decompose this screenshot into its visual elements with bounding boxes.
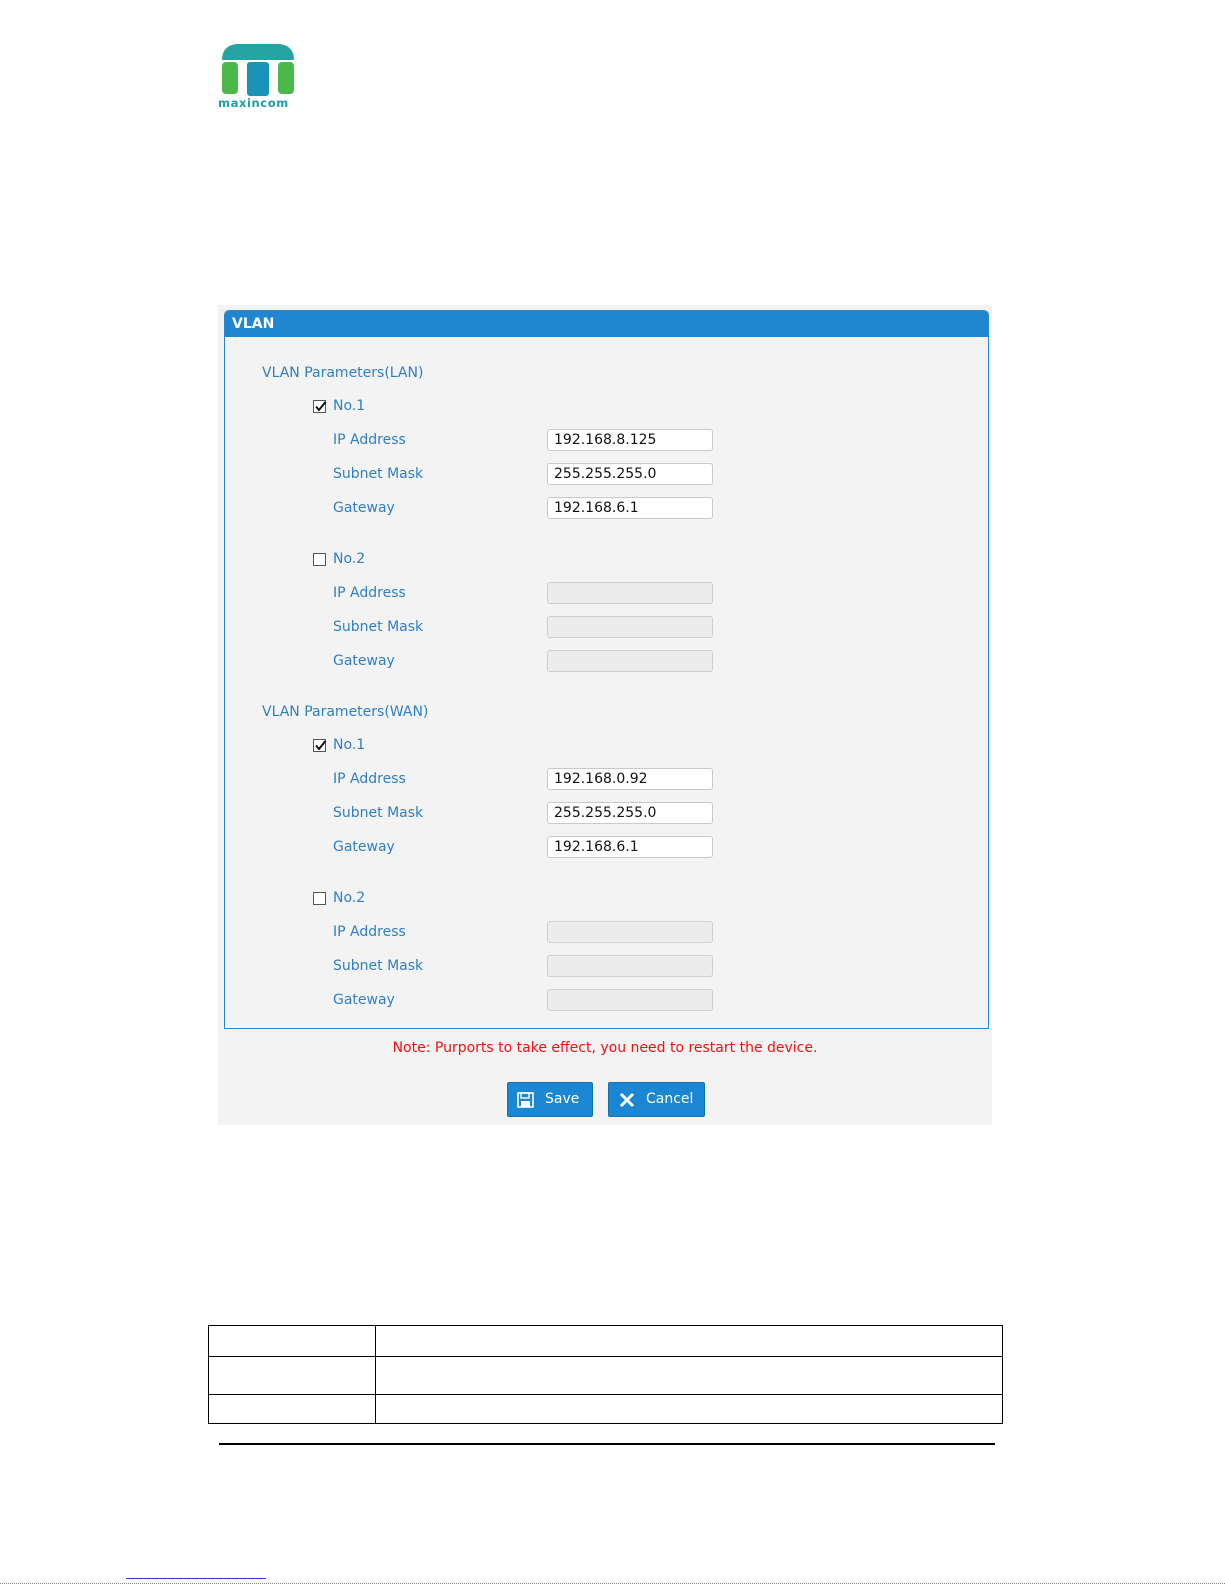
lan-no2-label: No.2 (333, 551, 366, 567)
wan-no1-gateway-input[interactable] (547, 836, 713, 858)
table-row (208, 1394, 1003, 1424)
checkmark-icon (315, 740, 327, 751)
gateway-label: Gateway (333, 653, 395, 669)
lan-no2-mask-row: Subnet Mask (313, 616, 733, 640)
ip-address-label: IP Address (333, 924, 406, 940)
lan-no2-ip-row: IP Address (313, 582, 733, 606)
section-title-wan: VLAN Parameters(WAN) (262, 704, 429, 720)
logo-text: maxincom (218, 96, 289, 110)
wan-no1-checkbox[interactable] (313, 739, 327, 752)
lan-no1-ip-row: IP Address (313, 429, 733, 453)
footer-link-underline (126, 1578, 266, 1579)
checkmark-icon (315, 401, 327, 412)
lan-no1-gateway-input[interactable] (547, 497, 713, 519)
subnet-mask-label: Subnet Mask (333, 466, 424, 482)
wan-no2-label: No.2 (333, 890, 366, 906)
vlan-settings-screen: VLAN VLAN Parameters(LAN) No.1 IP Addres… (218, 305, 992, 1125)
table-cell (208, 1325, 376, 1357)
table-cell (375, 1325, 1003, 1357)
gateway-label: Gateway (333, 839, 395, 855)
subnet-mask-label: Subnet Mask (333, 805, 424, 821)
wan-no1-ip-input[interactable] (547, 768, 713, 790)
lan-no1-gateway-row: Gateway (313, 497, 733, 521)
lan-no1-mask-row: Subnet Mask (313, 463, 733, 487)
page-bottom-dashed-line (0, 1583, 1225, 1584)
vlan-panel: VLAN VLAN Parameters(LAN) No.1 IP Addres… (224, 310, 989, 1029)
table-cell (208, 1394, 376, 1424)
lan-no1-label: No.1 (333, 398, 366, 414)
wan-no2-ip-input[interactable] (547, 921, 713, 943)
wan-no2-ip-row: IP Address (313, 921, 733, 945)
ip-address-label: IP Address (333, 585, 406, 601)
gateway-label: Gateway (333, 500, 395, 516)
wan-no2-checkbox[interactable] (313, 892, 326, 905)
save-label: Save (545, 1091, 580, 1107)
subnet-mask-label: Subnet Mask (333, 619, 424, 635)
lan-no2-checkbox[interactable] (313, 553, 326, 566)
ip-address-label: IP Address (333, 432, 406, 448)
lan-no2-gateway-input[interactable] (547, 650, 713, 672)
footer-divider (219, 1443, 995, 1445)
lan-no2-gateway-row: Gateway (313, 650, 733, 674)
wan-no2-mask-row: Subnet Mask (313, 955, 733, 979)
subnet-mask-label: Subnet Mask (333, 958, 424, 974)
parameter-table (208, 1325, 1003, 1424)
table-row (208, 1356, 1003, 1395)
ip-address-label: IP Address (333, 771, 406, 787)
table-cell (375, 1394, 1003, 1424)
wan-no1-mask-input[interactable] (547, 802, 713, 824)
wan-no1-mask-row: Subnet Mask (313, 802, 733, 826)
table-cell (375, 1356, 1003, 1395)
table-cell (208, 1356, 376, 1395)
table-row (208, 1325, 1003, 1357)
maxincom-logo: maxincom (218, 42, 298, 112)
lan-no2-ip-input[interactable] (547, 582, 713, 604)
lan-no1-checkbox[interactable] (313, 400, 327, 413)
gateway-label: Gateway (333, 992, 395, 1008)
wan-no2-mask-input[interactable] (547, 955, 713, 977)
section-title-lan: VLAN Parameters(LAN) (262, 365, 424, 381)
lan-no1-ip-input[interactable] (547, 429, 713, 451)
wan-no2-gateway-input[interactable] (547, 989, 713, 1011)
cancel-button[interactable]: Cancel (608, 1082, 705, 1117)
restart-note: Note: Purports to take effect, you need … (392, 1040, 818, 1056)
close-icon (619, 1092, 635, 1112)
logo-mark-icon (222, 44, 294, 96)
lan-no2-mask-input[interactable] (547, 616, 713, 638)
wan-no1-label: No.1 (333, 737, 366, 753)
save-button[interactable]: Save (507, 1082, 593, 1117)
wan-no2-gateway-row: Gateway (313, 989, 733, 1013)
wan-no1-gateway-row: Gateway (313, 836, 733, 860)
cancel-label: Cancel (646, 1091, 694, 1107)
wan-no1-ip-row: IP Address (313, 768, 733, 792)
panel-title: VLAN (225, 311, 988, 337)
save-icon (517, 1092, 534, 1112)
lan-no1-mask-input[interactable] (547, 463, 713, 485)
